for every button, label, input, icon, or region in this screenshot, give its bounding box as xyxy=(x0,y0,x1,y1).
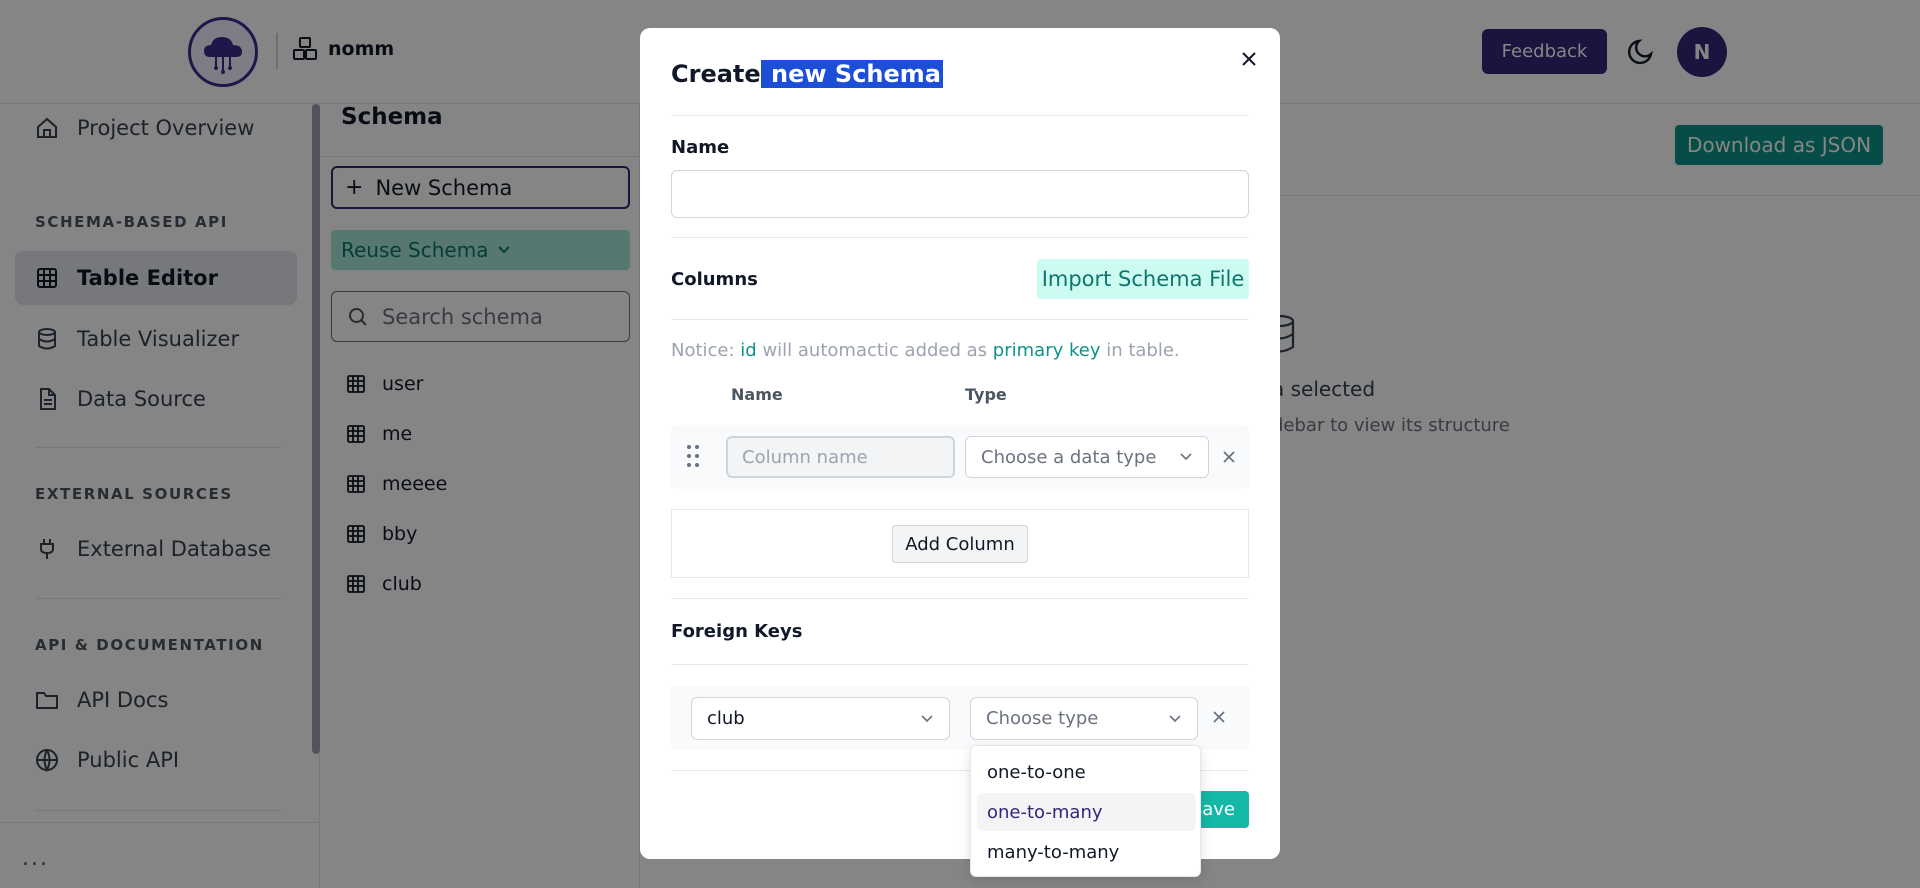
chevron-down-icon xyxy=(921,714,933,722)
notice-id: id xyxy=(740,340,757,361)
chevron-down-icon xyxy=(1169,714,1181,722)
fk-table-select[interactable]: club xyxy=(691,697,950,740)
remove-foreign-key-icon[interactable] xyxy=(1212,710,1226,724)
modal-divider xyxy=(671,664,1249,665)
import-schema-button[interactable]: Import Schema File xyxy=(1037,259,1249,299)
modal-title-selected: new Schema xyxy=(760,60,943,88)
add-column-button[interactable]: Add Column xyxy=(892,525,1028,563)
close-icon[interactable] xyxy=(1238,48,1260,70)
column-name-placeholder: Column name xyxy=(742,446,868,468)
column-header-name: Name xyxy=(731,385,783,404)
drag-handle-icon[interactable] xyxy=(686,444,700,468)
modal-divider xyxy=(671,319,1249,320)
fk-type-dropdown: one-to-one one-to-many many-to-many xyxy=(970,745,1201,877)
modal-divider xyxy=(671,237,1249,238)
column-name-input[interactable]: Column name xyxy=(726,436,955,478)
name-label: Name xyxy=(671,137,730,158)
foreign-keys-label: Foreign Keys xyxy=(671,621,803,642)
data-type-placeholder: Choose a data type xyxy=(981,446,1157,468)
notice-primary-key: primary key xyxy=(992,340,1101,361)
notice-prefix: Notice: xyxy=(671,340,741,361)
data-type-select[interactable]: Choose a data type xyxy=(965,436,1209,478)
dropdown-option-one-to-many[interactable]: one-to-many xyxy=(977,793,1196,831)
schema-name-input[interactable] xyxy=(671,170,1249,218)
notice-mid: will automactic added as xyxy=(756,340,993,361)
modal-title: Create new Schema xyxy=(671,60,943,88)
dropdown-option-many-to-many[interactable]: many-to-many xyxy=(977,833,1196,871)
primary-key-notice: Notice: id will automactic added as prim… xyxy=(671,340,1180,361)
modal-title-prefix: Create xyxy=(671,60,761,88)
fk-type-placeholder: Choose type xyxy=(986,708,1099,729)
column-header-type: Type xyxy=(965,385,1007,404)
chevron-down-icon xyxy=(1180,453,1192,461)
fk-type-select[interactable]: Choose type xyxy=(970,697,1198,740)
modal-divider xyxy=(671,598,1249,599)
notice-suffix: in table. xyxy=(1100,340,1180,361)
fk-table-value: club xyxy=(707,708,745,729)
dropdown-option-one-to-one[interactable]: one-to-one xyxy=(977,753,1196,791)
remove-column-icon[interactable] xyxy=(1222,450,1236,464)
modal-divider xyxy=(671,115,1249,116)
columns-label: Columns xyxy=(671,269,758,290)
